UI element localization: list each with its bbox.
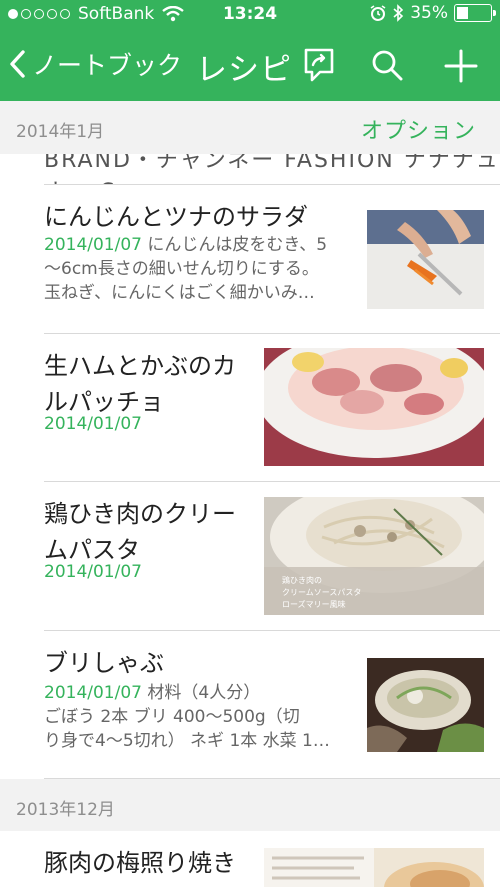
note-snippet-line1: にんじんは皮をむき、5: [147, 235, 328, 255]
note-item-carrot-salad[interactable]: にんじんとツナのサラダ 2014/01/07 にんじんは皮をむき、5 〜6cm長…: [0, 185, 500, 334]
note-thumbnail: 鶏ひき肉の クリームソースパスタ ローズマリー風味: [264, 497, 484, 615]
note-snippet: 2014/01/07: [44, 412, 142, 436]
note-snippet-line1: 材料（4人分）: [147, 683, 261, 703]
note-title-line1: 生ハムとかぶのカ: [44, 352, 236, 380]
section-header-2014-01: 2014年1月 オプション: [0, 101, 500, 154]
note-item-pork-ume[interactable]: 豚肉の梅照り焼き: [0, 831, 500, 887]
status-bar: SoftBank 13:24 35%: [0, 0, 500, 32]
share-icon: [304, 48, 334, 82]
image-caption-1: 鶏ひき肉の: [282, 575, 322, 585]
share-button[interactable]: [300, 46, 340, 86]
note-date: 2014/01/07: [44, 683, 142, 703]
note-snippet: 2014/01/07 にんじんは皮をむき、5 〜6cm長さの細いせん切りにする。…: [44, 233, 354, 305]
note-item-chicken-pasta[interactable]: 鶏ひき肉のクリー ムパスタ 2014/01/07 鶏ひき肉の クリームソースパス…: [0, 482, 500, 631]
cream-pasta-photo: 鶏ひき肉の クリームソースパスタ ローズマリー風味: [264, 497, 484, 615]
page-title: レシピ: [196, 52, 292, 88]
note-item-carpaccio[interactable]: 生ハムとかぶのカ ルパッチョ 2014/01/07: [0, 334, 500, 482]
new-note-button[interactable]: [442, 46, 482, 86]
note-snippet-line2: ごぼう 2本 ブリ 400〜500g（切: [44, 707, 300, 727]
image-caption-3: ローズマリー風味: [282, 599, 346, 609]
section-header-2013-12: 2013年12月: [0, 779, 500, 831]
note-snippet: 2014/01/07: [44, 560, 142, 584]
search-button[interactable]: [368, 46, 408, 86]
shabu-pot-photo: [367, 658, 484, 752]
battery-icon: [454, 4, 496, 22]
note-title: 生ハムとかぶのカ ルパッチョ: [44, 348, 236, 420]
plus-icon: [444, 49, 478, 83]
list-item-cutoff[interactable]: BRAND・チャンネー FASHION ナナナュナー S…: [0, 154, 500, 185]
options-button[interactable]: オプション: [361, 113, 476, 145]
note-thumbnail: [264, 348, 484, 466]
pork-ume-photo: [264, 848, 484, 887]
header-bar: SoftBank 13:24 35% ノートブック レシピ: [0, 0, 500, 101]
note-snippet: 2014/01/07 材料（4人分） ごぼう 2本 ブリ 400〜500g（切 …: [44, 681, 364, 753]
note-thumbnail: [367, 658, 484, 752]
note-thumbnail: [367, 210, 484, 309]
note-title: ブリしゃぶ: [44, 649, 164, 677]
back-button[interactable]: ノートブック: [8, 46, 182, 82]
note-title: にんじんとツナのサラダ: [44, 203, 308, 231]
section-date: 2013年12月: [16, 800, 115, 820]
note-title: 鶏ひき肉のクリー ムパスタ: [44, 496, 236, 568]
image-caption-2: クリームソースパスタ: [282, 588, 361, 597]
status-right-group: 35%: [370, 3, 496, 23]
cutoff-text: BRAND・チャンネー FASHION ナナナュナー S…: [44, 154, 500, 185]
note-title: 豚肉の梅照り焼き: [44, 849, 236, 877]
note-snippet-line3: 玉ねぎ、にんにくはごく細かいみ…: [44, 283, 315, 303]
note-date: 2014/01/07: [44, 562, 142, 582]
navigation-bar: ノートブック レシピ: [0, 32, 500, 101]
chevron-left-icon: [10, 50, 25, 78]
carpaccio-photo: [264, 348, 484, 466]
carrot-cutting-photo: [367, 210, 484, 309]
search-icon: [372, 50, 403, 81]
alarm-icon: [370, 5, 386, 21]
section-date: 2014年1月: [16, 122, 105, 142]
note-snippet-line2: 〜6cm長さの細いせん切りにする。: [44, 259, 319, 279]
battery-percentage: 35%: [410, 3, 448, 23]
note-date: 2014/01/07: [44, 235, 142, 255]
note-thumbnail: [264, 848, 484, 887]
note-snippet-line3: り身で4〜5切れ） ネギ 1本 水菜 1…: [44, 731, 330, 751]
note-date: 2014/01/07: [44, 414, 142, 434]
bluetooth-icon: [393, 4, 404, 22]
back-label: ノートブック: [32, 51, 183, 80]
note-title-line1: 鶏ひき肉のクリー: [44, 500, 236, 528]
note-item-buri-shabu[interactable]: ブリしゃぶ 2014/01/07 材料（4人分） ごぼう 2本 ブリ 400〜5…: [0, 631, 500, 779]
